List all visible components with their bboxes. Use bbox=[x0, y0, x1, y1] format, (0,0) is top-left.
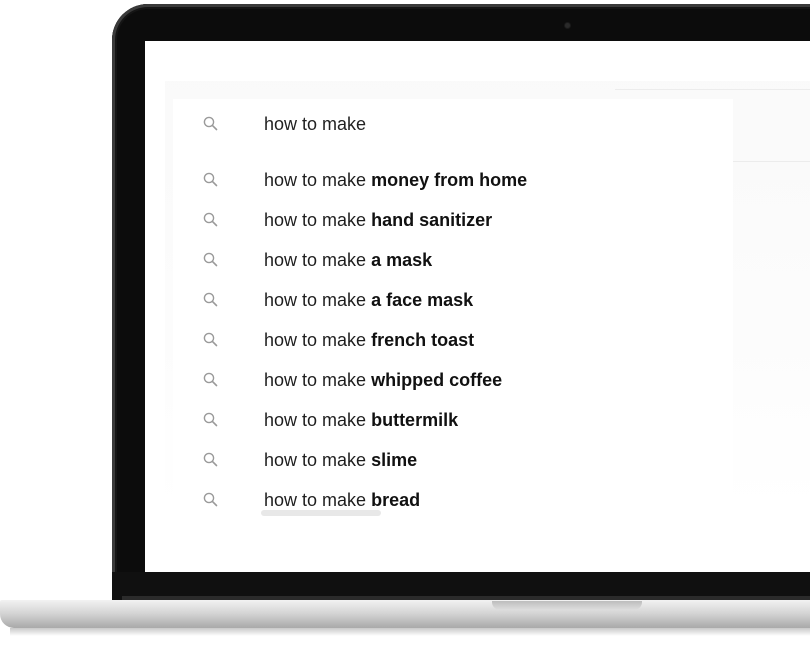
magnifier-icon bbox=[203, 452, 218, 467]
suggestion-text: how to make whipped coffee bbox=[264, 370, 502, 391]
suggestion-completion: french toast bbox=[371, 329, 475, 350]
suggestion-prefix: how to make bbox=[264, 329, 367, 350]
suggestion-text: how to make buttermilk bbox=[264, 410, 458, 431]
search-query-text: how to make bbox=[264, 113, 367, 134]
magnifier-icon bbox=[203, 172, 218, 187]
suggestion-completion: whipped coffee bbox=[371, 369, 503, 390]
suggestion-item[interactable]: how to make a face mask bbox=[173, 285, 473, 315]
suggestion-completion: money from home bbox=[371, 169, 528, 190]
search-input[interactable]: how to make bbox=[173, 109, 366, 139]
magnifier-icon bbox=[203, 292, 218, 307]
suggestion-prefix: how to make bbox=[264, 249, 367, 270]
magnifier-icon bbox=[203, 212, 218, 227]
laptop-base bbox=[0, 600, 810, 628]
magnifier-icon bbox=[203, 372, 218, 387]
suggestion-prefix: how to make bbox=[264, 449, 367, 470]
suggestion-item[interactable]: how to make slime bbox=[173, 445, 417, 475]
suggestion-item[interactable]: how to make whipped coffee bbox=[173, 365, 502, 395]
stage: how to make how to make money from home bbox=[0, 0, 810, 649]
magnifier-icon bbox=[203, 492, 218, 507]
suggestion-prefix: how to make bbox=[264, 369, 367, 390]
magnifier-icon bbox=[203, 412, 218, 427]
suggestion-text: how to make slime bbox=[264, 450, 417, 471]
magnifier-icon bbox=[203, 332, 218, 347]
laptop-opening-notch bbox=[492, 601, 642, 610]
laptop-screen: how to make how to make money from home bbox=[145, 41, 810, 572]
search-suggestions-dropdown: how to make how to make money from home bbox=[173, 99, 733, 516]
suggestion-completion: slime bbox=[371, 449, 418, 470]
suggestion-prefix: how to make bbox=[264, 489, 367, 510]
suggestion-item[interactable]: how to make french toast bbox=[173, 325, 474, 355]
suggestion-completion: hand sanitizer bbox=[371, 209, 493, 230]
suggestion-prefix: how to make bbox=[264, 289, 367, 310]
camera-dot bbox=[565, 23, 570, 28]
magnifier-icon bbox=[203, 252, 218, 267]
suggestion-item[interactable]: how to make hand sanitizer bbox=[173, 205, 492, 235]
suggestion-completion: a face mask bbox=[371, 289, 474, 310]
suggestion-completion: buttermilk bbox=[371, 409, 459, 430]
suggestion-text: how to make french toast bbox=[264, 330, 474, 351]
suggestion-text: how to make bread bbox=[264, 490, 420, 511]
suggestion-prefix: how to make bbox=[264, 209, 367, 230]
faint-divider bbox=[615, 89, 810, 90]
suggestion-completion: a mask bbox=[371, 249, 433, 270]
suggestion-prefix: how to make bbox=[264, 169, 367, 190]
laptop-shadow bbox=[10, 628, 810, 636]
suggestion-completion: bread bbox=[371, 489, 421, 510]
suggestion-text: how to make a face mask bbox=[264, 290, 473, 311]
suggestion-text: how to make hand sanitizer bbox=[264, 210, 492, 231]
suggestion-item[interactable]: how to make buttermilk bbox=[173, 405, 458, 435]
suggestion-text: how to make money from home bbox=[264, 170, 527, 191]
magnifier-icon bbox=[203, 116, 218, 131]
suggestion-item[interactable]: how to make money from home bbox=[173, 165, 527, 195]
suggestion-prefix: how to make bbox=[264, 409, 367, 430]
clipped-next-suggestion bbox=[261, 510, 381, 516]
suggestion-text: how to make a mask bbox=[264, 250, 432, 271]
suggestion-item[interactable]: how to make a mask bbox=[173, 245, 432, 275]
